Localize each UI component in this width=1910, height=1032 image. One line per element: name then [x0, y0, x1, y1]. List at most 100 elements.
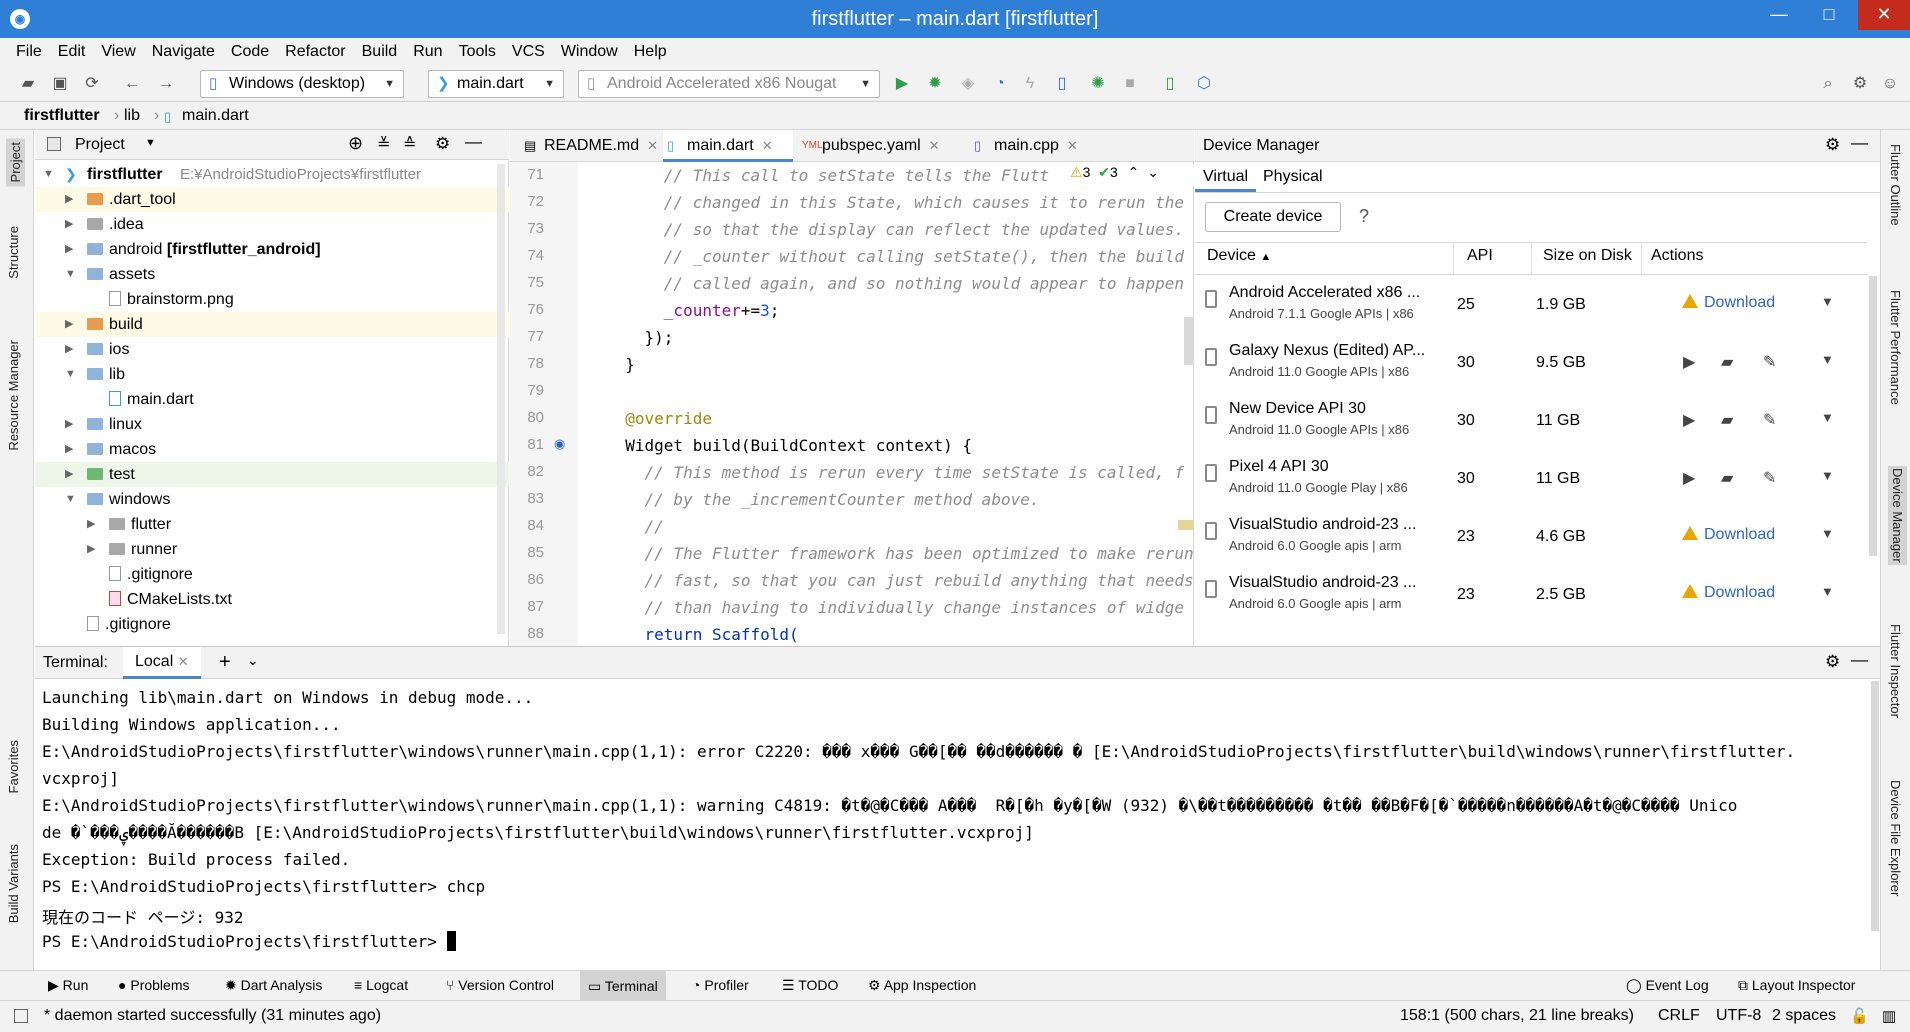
more-actions-icon[interactable]: ▼: [1821, 294, 1834, 309]
tool-app-inspection[interactable]: ⚙ App Inspection: [868, 977, 976, 994]
tree-item[interactable]: ▼ assets: [35, 262, 509, 287]
minimize-button[interactable]: —: [1756, 0, 1802, 30]
sync-icon[interactable]: ⟳: [82, 74, 102, 94]
editor-scrollbar[interactable]: [1184, 317, 1194, 365]
close-button[interactable]: ✕: [1858, 0, 1910, 30]
stop-icon[interactable]: ■: [1120, 74, 1140, 94]
tree-item[interactable]: ▶ android [firstflutter_android]: [35, 237, 509, 262]
more-actions-icon[interactable]: ▼: [1821, 410, 1834, 425]
device-row[interactable]: Android Accelerated x86 ... Android 7.1.…: [1195, 278, 1867, 336]
device-row[interactable]: VisualStudio android-23 ... Android 6.0 …: [1195, 568, 1867, 626]
menu-navigate[interactable]: Navigate: [152, 38, 215, 66]
tree-item[interactable]: ▶ macos: [35, 437, 509, 462]
tree-item[interactable]: ▶ test: [35, 462, 509, 487]
run-config-selector[interactable]: ❯ main.dart ▼: [428, 70, 564, 98]
tool-layout-inspector[interactable]: ⧉ Layout Inspector: [1738, 977, 1855, 994]
tool-logcat[interactable]: ≡ Logcat: [354, 977, 408, 993]
create-device-button[interactable]: Create device: [1205, 202, 1341, 232]
tool-tab-favorites[interactable]: Favorites: [6, 740, 21, 793]
tab-pubspec[interactable]: YML pubspec.yaml ✕: [798, 130, 940, 162]
override-marker-icon[interactable]: ◉: [554, 436, 565, 452]
edit-icon[interactable]: ✎: [1763, 352, 1776, 372]
breadcrumb-file[interactable]: main.dart: [182, 107, 249, 125]
column-device[interactable]: Device ▲: [1207, 247, 1271, 265]
gear-icon[interactable]: ⚙: [1825, 652, 1840, 672]
tool-tab-project[interactable]: Project: [6, 138, 25, 187]
device-selector[interactable]: ▯ Windows (desktop) ▼: [200, 70, 404, 98]
tool-tab-device-file-explorer[interactable]: Device File Explorer: [1888, 780, 1903, 896]
locate-icon[interactable]: ⊕: [348, 133, 363, 154]
device-row[interactable]: Galaxy Nexus (Edited) AP... Android 11.0…: [1195, 336, 1867, 394]
breadcrumb-project[interactable]: firstflutter: [24, 107, 100, 125]
emulator-selector[interactable]: ▯ Android Accelerated x86 Nougat ▼: [578, 70, 880, 98]
panel-toggle-icon[interactable]: [14, 1009, 28, 1023]
folder-icon[interactable]: ▰: [1721, 468, 1733, 488]
code-area[interactable]: 71 72 73 74 75 76 77 78 79 80 81 82 83 8…: [510, 162, 1194, 646]
tree-root[interactable]: ▼ ❯ firstflutter E:¥AndroidStudioProject…: [35, 162, 509, 187]
tool-todo[interactable]: ☰ TODO: [782, 977, 838, 994]
tree-item[interactable]: ▶ ios: [35, 337, 509, 362]
launch-icon[interactable]: ▶: [1683, 468, 1695, 488]
hide-panel-icon[interactable]: —: [465, 132, 482, 152]
file-encoding[interactable]: UTF-8: [1716, 1007, 1761, 1025]
terminal-tab-local[interactable]: Local ✕: [123, 647, 201, 679]
tool-event-log[interactable]: ◯ Event Log: [1626, 977, 1709, 994]
tree-item[interactable]: ▶ runner: [35, 537, 509, 562]
terminal-output[interactable]: Launching lib\main.dart on Windows in de…: [35, 679, 1880, 969]
indent-setting[interactable]: 2 spaces: [1772, 1007, 1836, 1025]
tree-item[interactable]: ▶ linux: [35, 412, 509, 437]
hot-reload-icon[interactable]: ϟ: [1020, 74, 1040, 94]
tree-item[interactable]: ▼ windows: [35, 487, 509, 512]
expand-all-icon[interactable]: ≚: [377, 134, 390, 154]
gear-icon[interactable]: ⚙: [1850, 74, 1870, 94]
menu-edit[interactable]: Edit: [58, 38, 86, 66]
tab-main-dart[interactable]: ▯ main.dart ✕: [663, 130, 793, 162]
chevron-up-icon[interactable]: ⌃: [1128, 164, 1140, 180]
folder-icon[interactable]: ▰: [1721, 410, 1733, 430]
tool-tab-structure[interactable]: Structure: [6, 226, 21, 279]
tree-item[interactable]: ▶ .dart_tool: [35, 187, 509, 212]
close-icon[interactable]: ✕: [1067, 138, 1078, 153]
chevron-down-icon[interactable]: ⌄: [1147, 164, 1159, 180]
tool-tab-flutter-inspector[interactable]: Flutter Inspector: [1888, 624, 1903, 718]
download-link[interactable]: Download: [1682, 294, 1775, 312]
tool-tab-resource-manager[interactable]: Resource Manager: [6, 340, 21, 451]
tab-main-cpp[interactable]: ▯ main.cpp ✕: [970, 130, 1078, 162]
line-separator[interactable]: CRLF: [1658, 1007, 1700, 1025]
tree-item[interactable]: .gitignore: [35, 612, 509, 637]
run-icon[interactable]: ▶: [892, 74, 912, 94]
tool-tab-build-variants[interactable]: Build Variants: [6, 844, 21, 923]
apply-changes-icon[interactable]: ▯: [1052, 74, 1072, 94]
caret-position[interactable]: 158:1 (500 chars, 21 line breaks): [1400, 1007, 1634, 1025]
tab-physical[interactable]: Physical: [1257, 162, 1329, 192]
hide-panel-icon[interactable]: —: [1851, 133, 1868, 153]
chevron-down-icon[interactable]: ▼: [145, 137, 156, 149]
more-actions-icon[interactable]: ▼: [1821, 584, 1834, 599]
edit-icon[interactable]: ✎: [1763, 468, 1776, 488]
tab-virtual[interactable]: Virtual: [1195, 162, 1257, 192]
inspection-widget[interactable]: ⚠3 ✔3 ⌃ ⌄: [1070, 164, 1194, 186]
more-actions-icon[interactable]: ▼: [1821, 526, 1834, 541]
memory-indicator-icon[interactable]: ▥: [1882, 1007, 1896, 1025]
error-stripe-mark[interactable]: [1178, 520, 1194, 530]
device-row[interactable]: Pixel 4 API 30 Android 11.0 Google Play …: [1195, 452, 1867, 510]
menu-tools[interactable]: Tools: [459, 38, 496, 66]
tool-version-control[interactable]: ⑂ Version Control: [446, 977, 554, 993]
forward-icon[interactable]: →: [156, 74, 176, 94]
project-view-selector[interactable]: Project: [75, 136, 125, 154]
device-manager-icon[interactable]: ▯: [1160, 74, 1180, 94]
gear-icon[interactable]: ⚙: [435, 134, 450, 154]
close-icon[interactable]: ✕: [178, 654, 189, 669]
device-list-scrollbar[interactable]: [1869, 276, 1877, 556]
tool-tab-flutter-outline[interactable]: Flutter Outline: [1888, 144, 1903, 226]
tree-item[interactable]: CMakeLists.txt: [35, 587, 509, 612]
sdk-manager-icon[interactable]: ⬡: [1194, 74, 1214, 94]
status-message[interactable]: * daemon started successfully (31 minute…: [44, 1007, 381, 1025]
tool-problems[interactable]: ● Problems: [118, 977, 190, 993]
close-icon[interactable]: ✕: [929, 138, 940, 153]
tab-readme[interactable]: ▤ README.md ✕: [520, 130, 658, 162]
tree-item[interactable]: brainstorm.png: [35, 287, 509, 312]
back-icon[interactable]: ←: [122, 74, 142, 94]
add-icon[interactable]: +: [219, 651, 231, 674]
tree-item[interactable]: ▼ lib: [35, 362, 509, 387]
